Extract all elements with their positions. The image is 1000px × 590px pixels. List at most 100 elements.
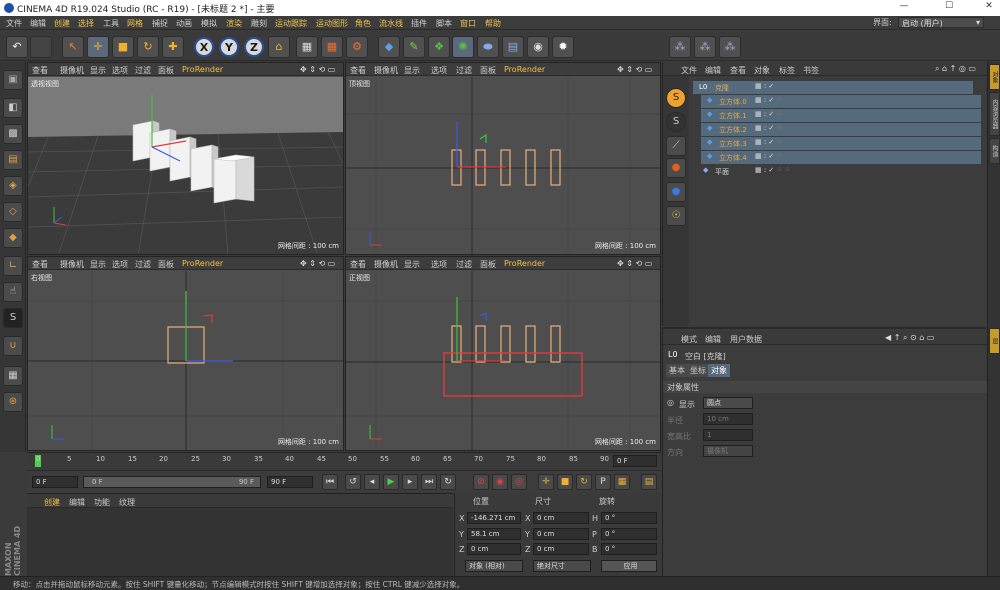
vp-menu-prorender[interactable]: ProRender	[182, 65, 223, 74]
vp-menu-display[interactable]: 显示	[90, 259, 106, 270]
visibility-icon[interactable]: ▦ : ✓ ⁘	[755, 110, 782, 118]
vp-menu-camera[interactable]: 摄像机	[374, 259, 398, 270]
key-parameter-button[interactable]: P	[595, 474, 611, 490]
vp-menu-camera[interactable]: 摄像机	[60, 259, 84, 270]
z-axis-lock-button[interactable]: Z	[244, 37, 264, 57]
vp-menu-filter[interactable]: 过滤	[456, 65, 472, 76]
vp-menu-panel[interactable]: 面板	[480, 65, 496, 76]
visibility-icon[interactable]: ▦ : ✓ ⁘ ⁘	[755, 166, 790, 174]
vp-menu-camera[interactable]: 摄像机	[374, 65, 398, 76]
rotation-p-field[interactable]: 0 °	[601, 528, 657, 540]
deformer-icon[interactable]: ⬬	[477, 36, 499, 58]
object-row[interactable]: ◆ 立方体.3 ▦ : ✓ ⁘	[701, 137, 981, 150]
workplane-icon[interactable]: ▤	[3, 150, 23, 170]
viewport-nav-icons[interactable]: ✥ ⇕ ⟲ ▭	[617, 259, 652, 268]
viewport-right[interactable]: 查看 摄像机 显示 选项 过滤 面板 ProRender ✥ ⇕ ⟲ ▭ 右视图…	[27, 256, 344, 451]
tag-icon[interactable]: ●	[666, 158, 686, 178]
snap-s-icon[interactable]: S	[666, 88, 686, 108]
viewport-front[interactable]: 查看 摄像机 显示 选项 过滤 面板 ProRender ✥ ⇕ ⟲ ▭ 正视图…	[345, 256, 661, 451]
render-settings-button[interactable]: ⚙	[346, 36, 368, 58]
position-z-field[interactable]: 0 cm	[467, 543, 521, 555]
mograph-icon-1[interactable]: ⁂	[669, 36, 691, 58]
vp-menu-prorender[interactable]: ProRender	[504, 259, 545, 268]
make-editable-icon[interactable]: ▣	[3, 70, 23, 90]
size-mode-select[interactable]: 绝对尺寸	[533, 560, 591, 572]
minimize-button[interactable]: —	[897, 1, 911, 15]
rotate-tool-button[interactable]: ↻	[137, 36, 159, 58]
vp-menu-display[interactable]: 显示	[404, 259, 420, 270]
start-frame-field[interactable]: 0 F	[32, 476, 78, 488]
coordinate-mode-select[interactable]: 对象 (相对)	[465, 560, 523, 572]
size-x-field[interactable]: 0 cm	[533, 512, 589, 524]
snap-settings-icon[interactable]: S	[666, 112, 686, 132]
obj-menu-edit[interactable]: 编辑	[705, 65, 721, 76]
vp-menu-filter[interactable]: 过滤	[456, 259, 472, 270]
pen-icon[interactable]: ✎	[403, 36, 425, 58]
menu-render[interactable]: 渲染	[226, 18, 242, 29]
axis-mode-icon[interactable]: ∟	[3, 256, 23, 276]
vp-menu-view[interactable]: 查看	[32, 259, 48, 270]
menu-tools[interactable]: 工具	[103, 18, 119, 29]
floor-icon[interactable]: ▤	[502, 36, 524, 58]
menu-plugins[interactable]: 插件	[411, 18, 427, 29]
play-button[interactable]: ▶	[383, 474, 399, 490]
menu-sculpt[interactable]: 雕刻	[251, 18, 267, 29]
render-view-button[interactable]: ▦	[296, 36, 318, 58]
vp-menu-prorender[interactable]: ProRender	[504, 65, 545, 74]
frame-range-slider[interactable]: 0 F 90 F	[83, 476, 261, 488]
texture-mode-icon[interactable]: ▩	[3, 124, 23, 144]
obj-menu-tag[interactable]: 标签	[779, 65, 795, 76]
radius-field[interactable]: 10 cm	[703, 413, 753, 425]
model-mode-icon[interactable]: ◧	[3, 98, 23, 118]
visibility-icon[interactable]: ▦ : ✓ ⁘	[755, 124, 782, 132]
key-pla-button[interactable]: ▦	[614, 474, 630, 490]
obj-menu-view[interactable]: 查看	[730, 65, 746, 76]
display-select[interactable]: 圆点	[703, 397, 753, 409]
coordinate-system-button[interactable]: ⌂	[268, 36, 290, 58]
x-axis-lock-button[interactable]: X	[194, 37, 214, 57]
cloner-icon[interactable]: ✺	[452, 36, 474, 58]
autokey-button[interactable]: ◉	[492, 474, 508, 490]
prev-frame-button[interactable]: ◂	[364, 474, 380, 490]
object-row[interactable]: ◆ 立方体.4 ▦ : ✓ ⁘	[701, 151, 981, 164]
menu-help[interactable]: 帮助	[485, 18, 501, 29]
close-button[interactable]: ✕	[982, 1, 996, 15]
go-to-end-button[interactable]: ⏭	[421, 474, 437, 490]
vp-menu-options[interactable]: 选项	[431, 65, 447, 76]
vp-menu-filter[interactable]: 过滤	[135, 259, 151, 270]
vp-menu-panel[interactable]: 面板	[158, 259, 174, 270]
menu-motion-tracking[interactable]: 运动跟踪	[275, 18, 307, 29]
visibility-icon[interactable]: ▦ : ✓ ⁘	[755, 138, 782, 146]
vp-menu-options[interactable]: 选项	[112, 65, 128, 76]
measure-icon[interactable]: ⟋	[666, 136, 686, 156]
position-x-field[interactable]: -146.271 cm	[467, 512, 521, 524]
mat-menu-edit[interactable]: 编辑	[69, 497, 85, 508]
magnet-icon[interactable]: ∪	[3, 336, 23, 356]
planar-workplane-icon[interactable]: ⊛	[3, 392, 23, 412]
key-scale-button[interactable]: ■	[557, 474, 573, 490]
mat-menu-function[interactable]: 功能	[94, 497, 110, 508]
radio-icon[interactable]: ◎	[667, 398, 674, 407]
current-frame-field[interactable]: 0 F	[613, 455, 657, 467]
loop-button[interactable]: ↻	[440, 474, 456, 490]
vp-menu-panel[interactable]: 面板	[158, 65, 174, 76]
tab-coordinates[interactable]: 坐标	[687, 364, 709, 377]
mograph-icon-2[interactable]: ⁂	[694, 36, 716, 58]
rotation-b-field[interactable]: 0 °	[601, 543, 657, 555]
viewport-perspective[interactable]: 查看 摄像机 显示 选项 过滤 面板 ProRender ✥ ⇕ ⟲ ▭ 透视视…	[27, 62, 344, 255]
snap-icon[interactable]: S	[3, 308, 23, 328]
vp-menu-view[interactable]: 查看	[350, 65, 366, 76]
tab-object[interactable]: 对象	[708, 364, 730, 377]
tab-basic[interactable]: 基本	[666, 364, 688, 377]
visibility-icon[interactable]: ▦ : ✓	[755, 82, 774, 90]
obj-menu-bookmark[interactable]: 书签	[803, 65, 819, 76]
menu-create[interactable]: 创建	[54, 18, 70, 29]
vp-menu-options[interactable]: 选项	[431, 259, 447, 270]
undo-button[interactable]: ↶	[6, 36, 28, 58]
timeline-ruler[interactable]: 0 5 10 15 20 25 30 35 40 45 50 55 60 65 …	[27, 452, 661, 469]
keyframe-selection-button[interactable]: ◎	[511, 474, 527, 490]
object-row[interactable]: ◆ 立方体.1 ▦ : ✓ ⁘	[701, 109, 981, 122]
sphere-icon[interactable]: ●	[666, 182, 686, 202]
viewport-top[interactable]: 查看 摄像机 显示 选项 过滤 面板 ProRender ✥ ⇕ ⟲ ▭ 顶视图…	[345, 62, 661, 255]
attr-menu-userdata[interactable]: 用户数据	[730, 334, 762, 345]
